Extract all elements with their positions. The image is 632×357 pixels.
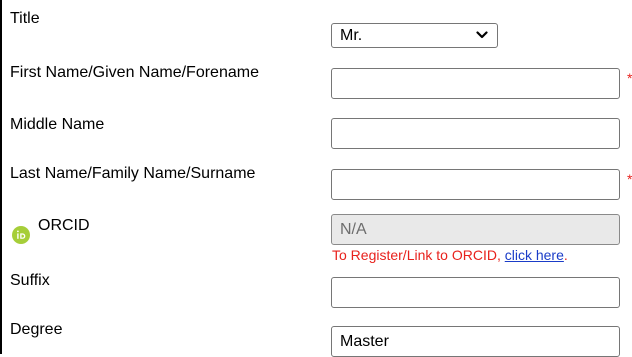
title-select[interactable]: Mr. [331, 23, 498, 48]
degree-label: Degree [10, 321, 63, 338]
last-name-label: Last Name/Family Name/Surname [10, 165, 256, 182]
last-name-required-marker: * [627, 171, 632, 187]
chevron-down-icon [476, 31, 488, 39]
orcid-label: ORCID [38, 217, 90, 234]
first-name-input[interactable] [331, 68, 620, 99]
middle-name-input[interactable] [331, 118, 620, 149]
title-select-value: Mr. [340, 27, 363, 44]
orcid-register-link[interactable]: click here [505, 247, 564, 263]
orcid-note-text: To Register/Link to ORCID, [332, 247, 505, 263]
orcid-note-end: . [563, 247, 568, 263]
orcid-icon [12, 226, 30, 244]
first-name-required-marker: * [627, 70, 632, 86]
degree-input[interactable] [331, 326, 620, 357]
last-name-input[interactable] [331, 169, 620, 200]
suffix-input[interactable] [331, 277, 620, 308]
orcid-register-note: To Register/Link to ORCID, click here. [332, 246, 568, 264]
left-border [0, 0, 2, 354]
suffix-label: Suffix [10, 272, 50, 289]
title-label: Title [10, 10, 40, 27]
middle-name-label: Middle Name [10, 116, 105, 133]
first-name-label: First Name/Given Name/Forename [10, 64, 259, 81]
orcid-input [331, 214, 620, 245]
